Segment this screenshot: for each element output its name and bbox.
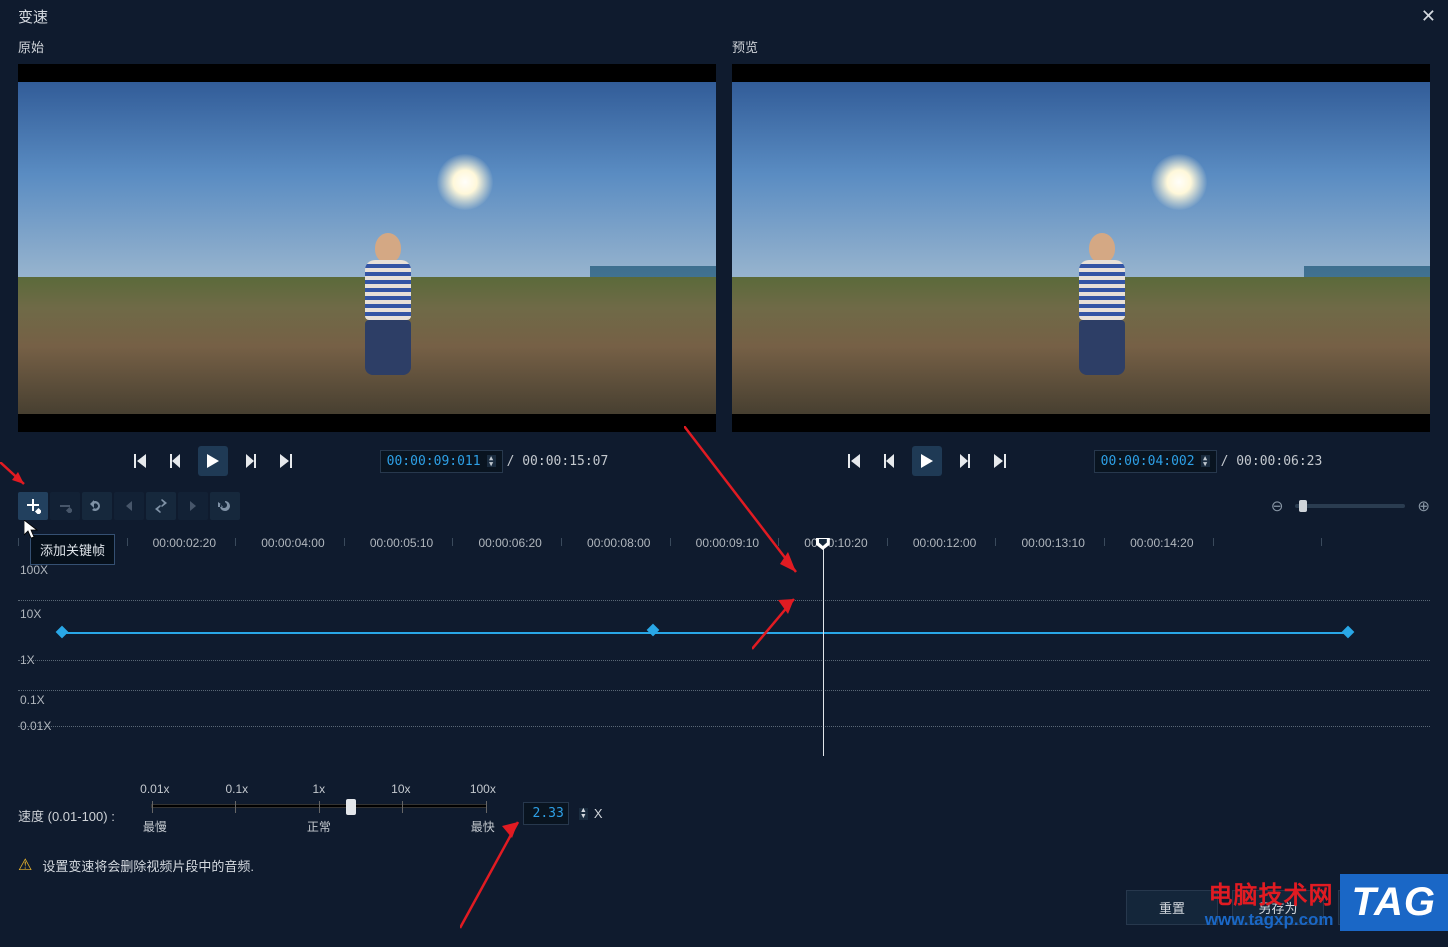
ruler-tick: 00:00:08:00 <box>587 536 650 550</box>
play-button[interactable] <box>198 446 228 476</box>
go-end-button[interactable] <box>272 449 300 473</box>
ruler-tick: 00:00:12:00 <box>913 536 976 550</box>
y-axis-1x: 1X <box>20 653 35 667</box>
ruler-tick: 00:00:04:00 <box>261 536 324 550</box>
slider-thumb[interactable] <box>346 799 356 815</box>
slowest-label: 最慢 <box>143 818 167 835</box>
speed-value-input[interactable]: 2.33 <box>523 802 569 825</box>
tc-down-icon[interactable]: ▼ <box>1201 461 1210 467</box>
watermark: 电脑技术网 www.tagxp.com TAG <box>1205 874 1448 931</box>
warning-text: 设置变速将会删除视频片段中的音频. <box>42 856 254 875</box>
y-axis-0.1x: 0.1X <box>20 693 45 707</box>
original-duration: / 00:00:15:07 <box>507 454 609 469</box>
zoom-out-icon[interactable]: ⊖ <box>1271 497 1284 515</box>
tooltip-add-keyframe: 添加关键帧 <box>30 534 115 565</box>
speed-graph[interactable]: 100X 10X 1X 0.1X 0.01X <box>18 568 1430 746</box>
keyframe-dot[interactable] <box>647 624 660 637</box>
prev-keyframe-button[interactable] <box>114 492 144 520</box>
ruler-tick: 00:00:10:20 <box>804 536 867 550</box>
speed-label: 速度 (0.01-100) : <box>18 806 115 835</box>
next-frame-button[interactable] <box>236 449 264 473</box>
cursor-icon <box>24 520 40 540</box>
speed-slider[interactable] <box>151 804 487 808</box>
original-video[interactable] <box>18 64 716 432</box>
original-timecode-input[interactable]: 00:00:09:011▲▼ <box>380 450 503 473</box>
y-axis-100x: 100X <box>20 563 48 577</box>
window-title: 变速 <box>18 6 48 27</box>
y-axis-0.01x: 0.01X <box>20 719 51 733</box>
next-keyframe-button[interactable] <box>178 492 208 520</box>
close-button[interactable]: ✕ <box>1421 6 1436 27</box>
preview-video[interactable] <box>732 64 1430 432</box>
timeline-ruler[interactable]: 00:00:01:10 00:00:02:20 00:00:04:00 00:0… <box>18 538 1430 562</box>
go-end-button[interactable] <box>986 449 1014 473</box>
keyframe-dot[interactable] <box>1342 626 1355 639</box>
ruler-tick: 00:00:02:20 <box>153 536 216 550</box>
go-start-button[interactable] <box>840 449 868 473</box>
ruler-tick: 00:00:14:20 <box>1130 536 1193 550</box>
add-keyframe-button[interactable] <box>18 492 48 520</box>
slider-tick: 10x <box>381 782 421 796</box>
prev-frame-button[interactable] <box>162 449 190 473</box>
original-label: 原始 <box>18 37 716 56</box>
preview-label: 预览 <box>732 37 1430 56</box>
reverse-keyframe-button[interactable] <box>82 492 112 520</box>
fastest-label: 最快 <box>471 818 495 835</box>
slider-tick: 1x <box>299 782 339 796</box>
speed-down-icon[interactable]: ▼ <box>579 814 588 820</box>
ruler-tick: 00:00:13:10 <box>1021 536 1084 550</box>
keyframe-dot[interactable] <box>56 626 69 639</box>
ruler-tick: 00:00:05:10 <box>370 536 433 550</box>
reset-keyframes-button[interactable] <box>210 492 240 520</box>
prev-frame-button[interactable] <box>876 449 904 473</box>
warning-icon: ⚠ <box>18 855 32 875</box>
speed-curve[interactable] <box>62 632 1348 634</box>
remove-keyframe-button[interactable] <box>50 492 80 520</box>
preview-timecode-input[interactable]: 00:00:04:002▲▼ <box>1094 450 1217 473</box>
go-start-button[interactable] <box>126 449 154 473</box>
slider-tick: 100x <box>463 782 503 796</box>
y-axis-10x: 10X <box>20 607 41 621</box>
slider-tick: 0.01x <box>135 782 175 796</box>
ruler-tick: 00:00:09:10 <box>696 536 759 550</box>
swap-keyframe-button[interactable] <box>146 492 176 520</box>
normal-label: 正常 <box>307 818 331 835</box>
slider-tick: 0.1x <box>217 782 257 796</box>
zoom-in-icon[interactable]: ⊕ <box>1417 497 1430 515</box>
next-frame-button[interactable] <box>950 449 978 473</box>
tc-down-icon[interactable]: ▼ <box>487 461 496 467</box>
zoom-slider[interactable] <box>1295 504 1405 508</box>
playhead[interactable] <box>823 538 824 756</box>
preview-duration: / 00:00:06:23 <box>1221 454 1323 469</box>
play-button[interactable] <box>912 446 942 476</box>
ruler-tick: 00:00:06:20 <box>478 536 541 550</box>
speed-unit: X <box>594 806 603 821</box>
